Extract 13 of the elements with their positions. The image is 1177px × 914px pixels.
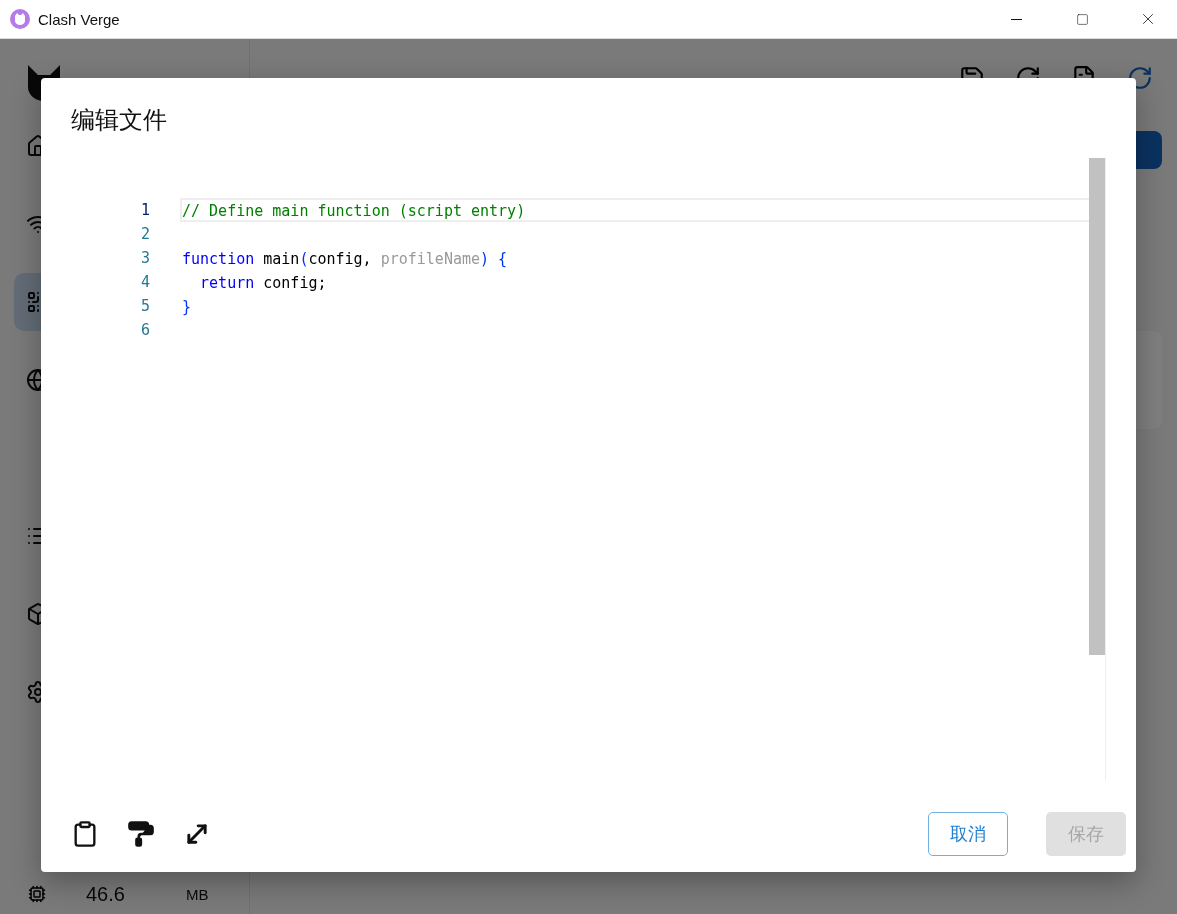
dialog-title: 编辑文件 bbox=[70, 105, 168, 132]
memory-value: 46.6 bbox=[86, 882, 126, 906]
code-line: return config; bbox=[199, 273, 328, 294]
line-number: 3 bbox=[140, 248, 150, 269]
code-line: function main(config, profileName) { bbox=[181, 249, 509, 270]
line-number: 6 bbox=[140, 320, 150, 341]
code-line: } bbox=[181, 297, 193, 318]
line-number: 1 bbox=[140, 200, 150, 221]
line-number: 2 bbox=[140, 224, 150, 245]
line-number: 5 bbox=[140, 296, 150, 317]
memory-unit: MB bbox=[186, 885, 209, 903]
line-number: 4 bbox=[140, 272, 150, 293]
window-title: Clash Verge bbox=[38, 10, 121, 28]
